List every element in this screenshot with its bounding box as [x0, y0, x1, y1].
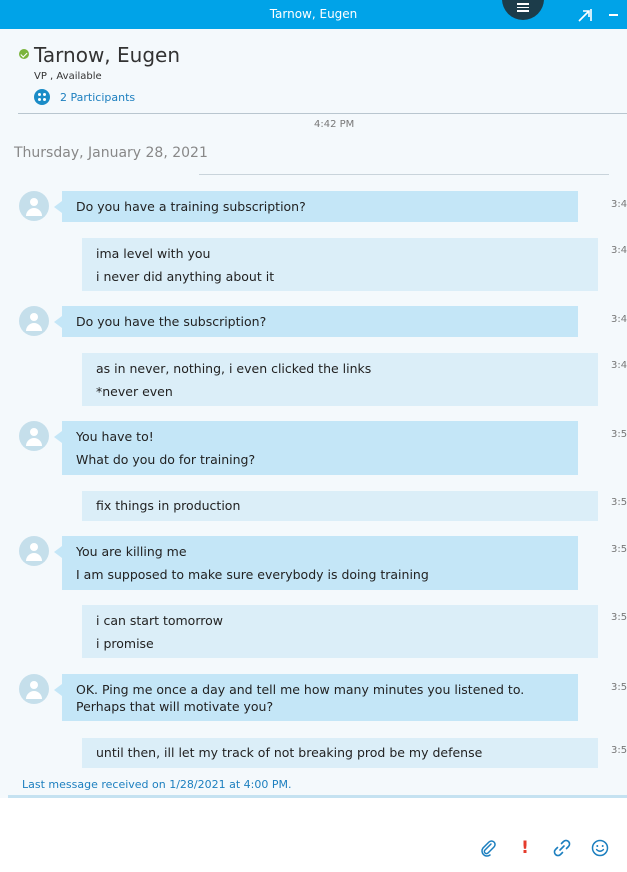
message-bubble-incoming: OK. Ping me once a day and tell me how m… [54, 674, 578, 721]
message-bubble-outgoing: fix things in production [82, 491, 598, 521]
message-line: Do you have a training subscription? [76, 199, 306, 214]
message-time: 3:5 [611, 497, 627, 508]
message-bubble-incoming: Do you have a training subscription? [54, 191, 578, 222]
hamburger-icon [517, 3, 529, 14]
message-bubble-incoming: You are killing me I am supposed to make… [54, 536, 578, 590]
message-line: i can start tomorrow [96, 613, 223, 628]
message-time: 3:4 [611, 199, 627, 210]
contact-avatar [19, 306, 49, 336]
contact-avatar [19, 191, 49, 221]
link-icon[interactable] [552, 838, 572, 858]
message-input[interactable] [0, 798, 627, 872]
message-time: 3:5 [611, 745, 627, 756]
message-line: What do you do for training? [76, 452, 256, 467]
message-line: Do you have the subscription? [76, 314, 267, 329]
message-line: as in never, nothing, i even clicked the… [96, 361, 372, 376]
message-time: 3:5 [611, 544, 627, 555]
participants-icon [34, 89, 50, 105]
last-message-status: Last message received on 1/28/2021 at 4:… [22, 778, 292, 791]
message-time: 3:4 [611, 245, 627, 256]
message-time: 3:5 [611, 682, 627, 693]
previous-timestamp: 4:42 PM [314, 119, 355, 130]
message-line: *never even [96, 384, 173, 399]
message-bubble-incoming: Do you have the subscription? [54, 306, 578, 337]
message-line: until then, ill let my track of not brea… [96, 745, 483, 760]
paperclip-icon[interactable] [478, 838, 498, 858]
message-line: i promise [96, 636, 154, 651]
message-bubble-outgoing: i can start tomorrow i promise [82, 605, 598, 658]
message-time: 3:5 [611, 612, 627, 623]
contact-title-status: VP , Available [34, 71, 102, 82]
message-bubble-outgoing: as in never, nothing, i even clicked the… [82, 353, 598, 406]
minimize-button[interactable] [609, 14, 618, 16]
date-divider [199, 174, 609, 175]
contact-avatar [19, 536, 49, 566]
smiley-icon[interactable] [590, 838, 610, 858]
contact-avatar [19, 674, 49, 704]
header-divider [18, 113, 627, 114]
message-line: i never did anything about it [96, 269, 275, 284]
exclamation-icon[interactable]: ! [515, 838, 535, 858]
message-line: fix things in production [96, 498, 241, 513]
message-time: 3:4 [611, 314, 627, 325]
message-line: I am supposed to make sure everybody is … [76, 567, 429, 582]
message-time: 3:4 [611, 360, 627, 371]
message-line: ima level with you [96, 246, 211, 261]
date-header: Thursday, January 28, 2021 [14, 145, 208, 161]
presence-available-icon [19, 49, 29, 59]
message-bubble-outgoing: until then, ill let my track of not brea… [82, 738, 598, 768]
message-line: You have to! [76, 429, 154, 444]
contact-name[interactable]: Tarnow, Eugen [34, 43, 180, 67]
popout-icon[interactable] [577, 7, 593, 23]
contact-avatar [19, 421, 49, 451]
participants-label: 2 Participants [60, 91, 136, 104]
message-time: 3:5 [611, 429, 627, 440]
message-bubble-incoming: You have to! What do you do for training… [54, 421, 578, 475]
title-bar: Tarnow, Eugen [0, 0, 627, 29]
message-line: OK. Ping me once a day and tell me how m… [76, 682, 525, 714]
message-line: You are killing me [76, 544, 187, 559]
message-bubble-outgoing: ima level with you i never did anything … [82, 238, 598, 291]
